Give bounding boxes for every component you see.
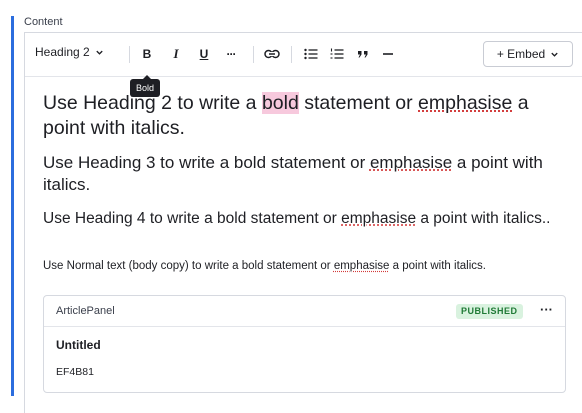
- heading-4-paragraph[interactable]: Use Heading 4 to write a bold statement …: [43, 208, 563, 229]
- link-icon: [264, 49, 280, 59]
- editor-toolbar: Heading 2 B I U ··· + Embed: [25, 33, 582, 77]
- article-panel-embed[interactable]: ArticlePanel PUBLISHED ··· Untitled EF4B…: [43, 295, 566, 393]
- panel-header: ArticlePanel PUBLISHED ···: [44, 296, 565, 327]
- quote-icon: [357, 49, 369, 59]
- normal-text: Use Normal text (body copy) to write a b…: [43, 260, 334, 272]
- numbered-list-icon: [330, 48, 344, 60]
- toolbar-divider: [253, 46, 254, 63]
- panel-title: Untitled: [56, 338, 101, 352]
- toolbar-divider: [129, 46, 130, 63]
- heading-2-paragraph[interactable]: Use Heading 2 to write a bold statement …: [43, 91, 563, 141]
- embed-button[interactable]: + Embed: [483, 41, 573, 67]
- block-type-dropdown[interactable]: Heading 2: [35, 45, 104, 59]
- content-field: Content Heading 2 B I U ··· + Embed Bold…: [0, 0, 582, 396]
- block-type-label: Heading 2: [35, 45, 90, 59]
- quote-button[interactable]: [355, 44, 371, 64]
- spellcheck-word: emphasise: [370, 153, 452, 172]
- field-accent-bar: [11, 16, 14, 396]
- spellcheck-word: emphasise: [341, 210, 416, 227]
- toolbar-divider: [291, 46, 292, 63]
- heading-3-paragraph[interactable]: Use Heading 3 to write a bold statement …: [43, 152, 563, 196]
- h3-text: Use Heading 3 to write a bold statement …: [43, 153, 370, 172]
- normal-text: a point with italics.: [389, 260, 486, 272]
- h4-text: Use Heading 4 to write a bold statement …: [43, 210, 341, 227]
- status-badge: PUBLISHED: [456, 304, 523, 319]
- normal-paragraph[interactable]: Use Normal text (body copy) to write a b…: [43, 258, 563, 274]
- h4-text: a point with italics..: [416, 210, 550, 227]
- spellcheck-word: emphasise: [334, 260, 390, 272]
- bold-tooltip: Bold: [130, 79, 160, 97]
- chevron-down-icon: [550, 50, 559, 59]
- rich-text-editor[interactable]: Heading 2 B I U ··· + Embed Bold Use Hea…: [24, 32, 582, 413]
- bullet-list-button[interactable]: [303, 44, 319, 64]
- panel-type-label: ArticlePanel: [56, 305, 115, 317]
- panel-id: EF4B81: [56, 366, 94, 378]
- horizontal-rule-button[interactable]: [380, 44, 396, 64]
- field-label: Content: [24, 16, 63, 28]
- selected-bold-word: bold: [262, 92, 299, 114]
- italic-button[interactable]: I: [168, 44, 184, 64]
- numbered-list-button[interactable]: [329, 44, 345, 64]
- embed-label: + Embed: [497, 47, 545, 61]
- horizontal-rule-icon: [382, 49, 394, 59]
- more-formatting-button[interactable]: ···: [223, 44, 239, 64]
- chevron-down-icon: [95, 48, 104, 57]
- spellcheck-word: emphasise: [418, 92, 512, 114]
- h2-text: statement or: [299, 92, 418, 114]
- panel-more-button[interactable]: ···: [540, 302, 553, 317]
- underline-button[interactable]: U: [196, 44, 212, 64]
- bold-button[interactable]: B: [139, 44, 155, 64]
- link-button[interactable]: [264, 44, 280, 64]
- bullet-list-icon: [304, 48, 318, 60]
